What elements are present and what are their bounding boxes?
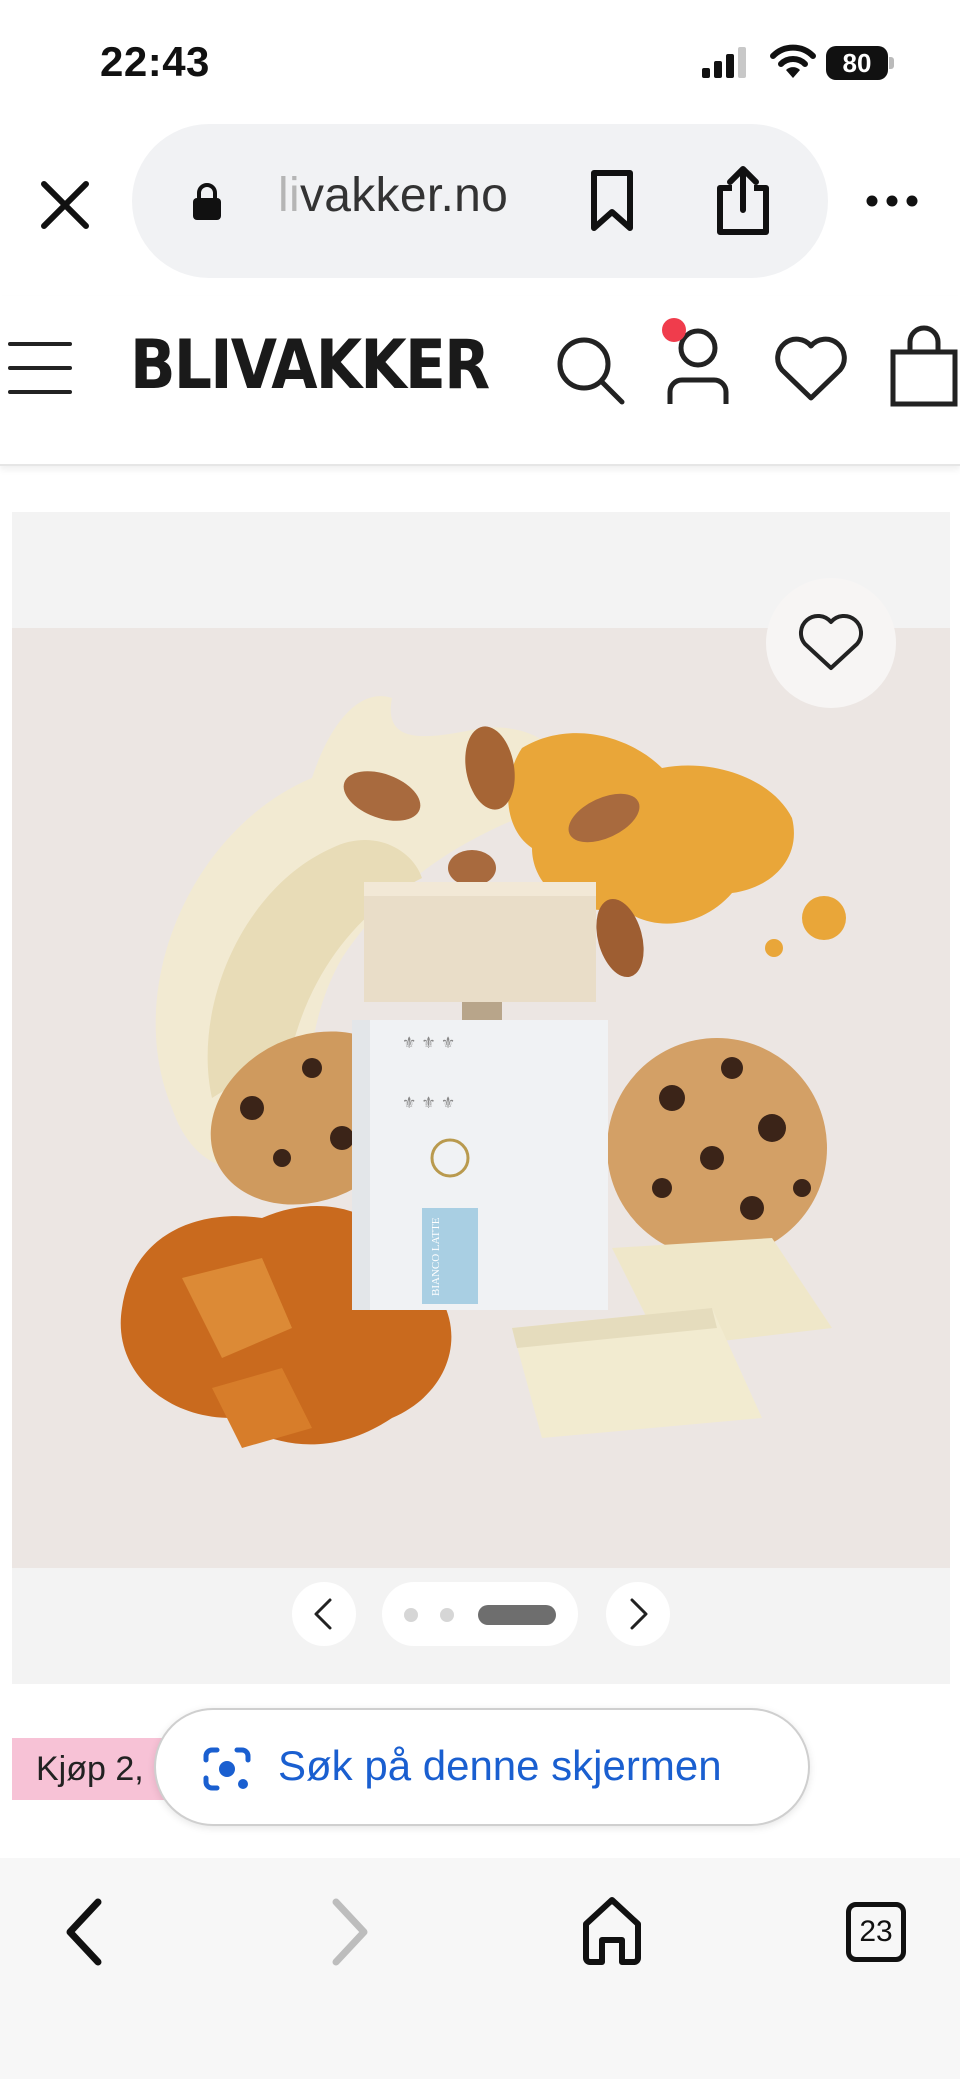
browser-url-row: livakker.no (0, 120, 960, 280)
status-bar: 22:43 80 (0, 0, 960, 120)
tabs-button[interactable]: 23 (846, 1902, 906, 1962)
carousel-dot-3-active[interactable] (478, 1605, 556, 1625)
image-carousel-controls (12, 1570, 950, 1660)
battery-level: 80 (826, 46, 888, 80)
carousel-dot-2[interactable] (440, 1608, 454, 1622)
lock-icon (193, 183, 221, 220)
notification-dot (662, 318, 686, 342)
search-screen-label: Søk på denne skjermen (278, 1742, 722, 1789)
search-screen-button[interactable]: Søk på denne skjermen (154, 1708, 810, 1826)
chevron-right-icon (630, 1598, 648, 1630)
back-arrow-icon[interactable] (56, 1894, 116, 1970)
battery-icon: 80 (826, 46, 894, 80)
more-options-icon[interactable] (862, 186, 922, 216)
carousel-next-button[interactable] (606, 1582, 670, 1646)
address-bar[interactable]: livakker.no (132, 124, 828, 278)
chevron-left-icon (314, 1598, 332, 1630)
carousel-pagination (382, 1582, 578, 1646)
url-text: livakker.no (278, 168, 508, 223)
add-to-wishlist-button[interactable] (766, 578, 896, 708)
svg-text:⚜ ⚜ ⚜: ⚜ ⚜ ⚜ (402, 1093, 455, 1112)
svg-text:⚜ ⚜ ⚜: ⚜ ⚜ ⚜ (402, 1033, 455, 1052)
wifi-icon (770, 44, 816, 78)
url-faded-prefix: li (278, 169, 300, 222)
search-icon[interactable] (554, 334, 626, 406)
brand-logo[interactable]: BLIVAKKER (130, 326, 490, 405)
browser-toolbar: 23 (0, 1858, 960, 2079)
wishlist-heart-icon[interactable] (772, 332, 850, 404)
menu-icon[interactable] (8, 336, 72, 400)
carousel-dot-1[interactable] (404, 1608, 418, 1622)
product-label: BIANCO LATTE (430, 1217, 442, 1297)
camera-search-icon (203, 1747, 251, 1791)
site-header: BLIVAKKER (0, 296, 960, 466)
home-icon[interactable] (580, 1894, 644, 1966)
share-icon[interactable] (710, 164, 776, 238)
forward-arrow-icon[interactable] (318, 1894, 378, 1970)
url-domain: vakker.no (299, 169, 509, 222)
heart-icon (799, 614, 863, 670)
bookmark-icon[interactable] (582, 168, 642, 234)
cart-bag-icon[interactable] (888, 324, 960, 408)
product-image[interactable]: ⚜ ⚜ ⚜ ⚜ ⚜ ⚜ BIANCO LATTE (12, 628, 950, 1568)
carousel-prev-button[interactable] (292, 1582, 356, 1646)
cellular-signal-icon (702, 47, 746, 78)
product-illustration: ⚜ ⚜ ⚜ ⚜ ⚜ ⚜ (120, 696, 846, 1448)
product-gallery: ⚜ ⚜ ⚜ ⚜ ⚜ ⚜ BIANCO LATTE (12, 512, 950, 1684)
close-icon[interactable] (30, 170, 100, 240)
status-time: 22:43 (100, 38, 210, 85)
promo-badge: Kjøp 2, (12, 1738, 172, 1800)
